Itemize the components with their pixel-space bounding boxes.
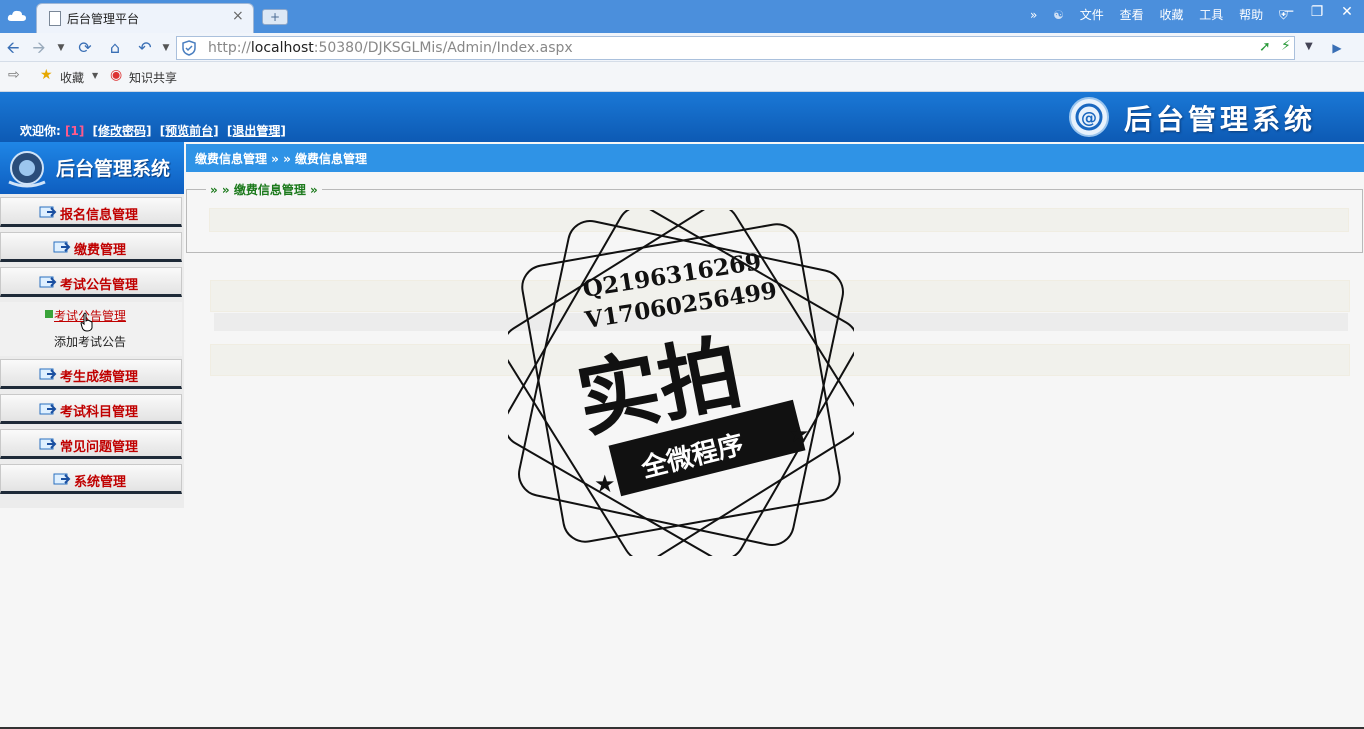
close-window-button[interactable]: ✕ (1334, 2, 1360, 22)
favorites-button[interactable]: 收藏 (60, 69, 84, 86)
restore-button[interactable]: ❐ (1304, 2, 1330, 22)
sidebar-logo: 后台管理系统 (0, 142, 184, 194)
username: [1] (65, 124, 85, 138)
new-tab-button[interactable]: + (262, 9, 288, 25)
logout-link[interactable]: [退出管理] (227, 124, 286, 138)
user-icon[interactable]: ☯ (1053, 8, 1064, 22)
url-text: http://localhost:50380/DJKSGLMis/Admin/I… (208, 40, 573, 56)
browser-menu: » ☯ 文件 查看 收藏 工具 帮助 ⛨ (1030, 6, 1300, 24)
browser-titlebar: 后台管理平台 × + » ☯ 文件 查看 收藏 工具 帮助 ⛨ ─ ❐ ✕ (0, 0, 1364, 33)
import-icon[interactable]: ⇨ (8, 67, 20, 83)
menu-favorites[interactable]: 收藏 (1159, 6, 1183, 23)
refresh-icon[interactable]: ⟳ (74, 37, 96, 59)
page-icon (49, 11, 61, 26)
star-icon: ★ (594, 470, 616, 498)
menu-arrow-icon (39, 438, 57, 450)
tab-title: 后台管理平台 (67, 12, 140, 26)
hand-cursor-icon (80, 312, 93, 332)
menu-view[interactable]: 查看 (1120, 6, 1144, 23)
cloud-icon[interactable] (6, 5, 28, 27)
address-bar[interactable]: http://localhost:50380/DJKSGLMis/Admin/I… (176, 36, 1313, 60)
menu-label: 考试公告管理 (60, 278, 139, 293)
admin-header: 欢迎你: [1] [修改密码] [预览前台] [退出管理] @ 后台管理系统 (0, 92, 1364, 142)
fieldset-legend: » » 缴费信息管理 » (206, 181, 322, 198)
menu-tools[interactable]: 工具 (1199, 6, 1223, 23)
menu-label: 考生成绩管理 (60, 370, 139, 385)
menu-item-system[interactable]: 系统管理 (0, 464, 182, 494)
undo-icon[interactable]: ↶ (134, 37, 156, 59)
menu-label: 缴费管理 (74, 243, 127, 258)
menu-label: 报名信息管理 (60, 208, 139, 223)
go-arrow-icon[interactable]: ▶ (1326, 37, 1348, 59)
menu-label: 常见问题管理 (60, 440, 139, 455)
address-dropdown-icon[interactable]: ▼ (1305, 41, 1313, 52)
svg-text:@: @ (1081, 108, 1097, 127)
menu-help[interactable]: 帮助 (1239, 6, 1263, 23)
menu-arrow-icon (53, 241, 71, 253)
menu-label: 系统管理 (74, 475, 127, 490)
content-breadcrumb-bar: 缴费信息管理 » » 缴费信息管理 (186, 144, 1364, 172)
menu-arrow-icon (53, 473, 71, 485)
gear-logo-icon (8, 151, 46, 188)
menu-item-registration[interactable]: 报名信息管理 (0, 197, 182, 227)
menu-item-payment[interactable]: 缴费管理 (0, 232, 182, 262)
share-icon[interactable]: ➚ (1259, 39, 1271, 55)
breadcrumb: 缴费信息管理 » » 缴费信息管理 (195, 152, 368, 166)
shield-icon (182, 40, 196, 56)
sub-bullet-icon (45, 310, 53, 318)
menu-item-subjects[interactable]: 考试科目管理 (0, 394, 182, 424)
menu-item-scores[interactable]: 考生成绩管理 (0, 359, 182, 389)
history-dropdown-icon[interactable]: ▼ (50, 37, 72, 59)
menu-arrow-icon (39, 368, 57, 380)
browser-tab[interactable]: 后台管理平台 × (36, 3, 254, 33)
minimize-button[interactable]: ─ (1276, 2, 1302, 22)
menu-more-icon[interactable]: » (1030, 8, 1037, 22)
menu-file[interactable]: 文件 (1080, 6, 1104, 23)
welcome-bar: 欢迎你: [1] [修改密码] [预览前台] [退出管理] (20, 122, 286, 139)
lightning-icon[interactable]: ⚡ (1281, 38, 1291, 54)
star-icon: ★ (40, 67, 53, 83)
browser-navbar: 🡨 🡪 ▼ ⟳ ⌂ ↶ ▼ http://localhost:50380/DJK… (0, 33, 1364, 62)
undo-dropdown-icon[interactable]: ▼ (155, 37, 177, 59)
tab-close-icon[interactable]: × (232, 8, 244, 24)
knowledge-share-icon: ◉ (110, 67, 123, 83)
forward-arrow-icon[interactable]: 🡪 (28, 37, 50, 59)
knowledge-share-link[interactable]: 知识共享 (129, 69, 177, 86)
system-logo-icon: @ (1069, 97, 1109, 137)
menu-arrow-icon (39, 206, 57, 218)
preview-front-link[interactable]: [预览前台] (160, 124, 219, 138)
back-arrow-icon[interactable]: 🡨 (2, 37, 24, 59)
header-title: 后台管理系统 (1124, 103, 1317, 136)
favorites-bar: ⇨ ★ 收藏 ▼ ◉ 知识共享 (0, 62, 1364, 92)
menu-label: 考试科目管理 (60, 405, 139, 420)
home-icon[interactable]: ⌂ (104, 37, 126, 59)
menu-arrow-icon (39, 403, 57, 415)
sidebar-logo-text: 后台管理系统 (56, 158, 171, 180)
menu-arrow-icon (39, 276, 57, 288)
menu-item-exam-notice[interactable]: 考试公告管理 (0, 267, 182, 297)
welcome-label: 欢迎你: (20, 124, 61, 138)
submenu-add-exam-notice[interactable]: 添加考试公告 (54, 333, 126, 350)
star-icon: ★ (788, 420, 810, 448)
menu-item-faq[interactable]: 常见问题管理 (0, 429, 182, 459)
favorites-dropdown-icon[interactable]: ▼ (92, 71, 98, 80)
change-password-link[interactable]: [修改密码] (93, 124, 152, 138)
